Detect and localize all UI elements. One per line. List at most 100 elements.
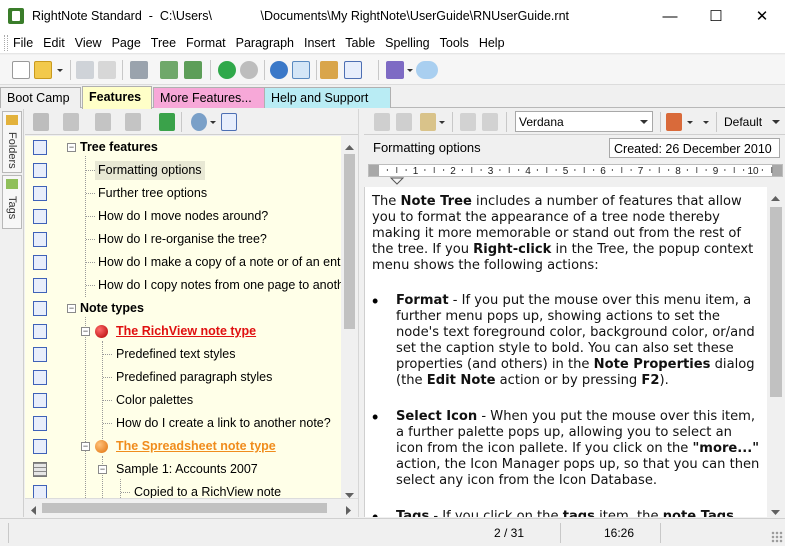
- tree-node[interactable]: Formatting options: [25, 159, 341, 182]
- editor-vertical-scrollbar[interactable]: [767, 187, 785, 517]
- menu-paragraph[interactable]: Paragraph: [231, 32, 299, 54]
- collapse-toggle[interactable]: −: [67, 143, 76, 152]
- menu-format[interactable]: Format: [181, 32, 231, 54]
- tree-node[interactable]: − Sample 1: Accounts 2007: [25, 458, 341, 481]
- font-name-select[interactable]: Verdana: [515, 111, 653, 132]
- close-button[interactable]: ✕: [739, 0, 785, 32]
- resize-grip-icon[interactable]: [771, 531, 783, 543]
- editor-scroll-thumb[interactable]: [770, 207, 782, 397]
- collapse-toggle[interactable]: −: [67, 304, 76, 313]
- maximize-button[interactable]: ☐: [693, 0, 739, 32]
- tree-scroll-thumb[interactable]: [344, 154, 355, 329]
- tree-node[interactable]: Color palettes: [25, 389, 341, 412]
- lock-icon[interactable]: [98, 61, 116, 79]
- cut-icon[interactable]: [374, 113, 390, 131]
- tab-tags[interactable]: Tags: [2, 175, 22, 229]
- forward-icon[interactable]: [240, 61, 258, 79]
- tree-vertical-scrollbar[interactable]: [341, 136, 358, 498]
- menu-tools[interactable]: Tools: [435, 32, 474, 54]
- collapse-toggle[interactable]: −: [81, 442, 90, 451]
- app-icon: [8, 8, 24, 24]
- menu-tree[interactable]: Tree: [146, 32, 181, 54]
- ruler[interactable]: 1 2 3 4 5 6 7 8 9 10: [364, 162, 785, 186]
- tree-node[interactable]: How do I make a copy of a note or of an …: [25, 251, 341, 274]
- scroll-up-icon[interactable]: [771, 191, 780, 205]
- add-node-icon[interactable]: [33, 113, 49, 131]
- note-editor[interactable]: The Note Tree includes a number of featu…: [364, 187, 767, 517]
- tree-node[interactable]: How do I move nodes around?: [25, 205, 341, 228]
- menu-edit[interactable]: Edit: [38, 32, 70, 54]
- style-dropdown-icon[interactable]: [686, 113, 694, 131]
- open-folder-icon[interactable]: [34, 61, 52, 79]
- status-separator: [8, 523, 9, 543]
- menu-view[interactable]: View: [70, 32, 107, 54]
- sort-node-icon[interactable]: [125, 113, 141, 131]
- menu-table[interactable]: Table: [340, 32, 380, 54]
- tree-node[interactable]: Predefined text styles: [25, 343, 341, 366]
- paste-dropdown-icon[interactable]: [438, 113, 446, 131]
- tree-node[interactable]: Further tree options: [25, 182, 341, 205]
- more-dropdown-icon[interactable]: [702, 113, 710, 131]
- cursor-time: 16:26: [604, 526, 635, 540]
- menu-help[interactable]: Help: [474, 32, 510, 54]
- minimize-button[interactable]: —: [647, 0, 693, 32]
- image-icon[interactable]: [320, 61, 338, 79]
- tab-features[interactable]: Features: [82, 86, 152, 109]
- find-icon[interactable]: [292, 61, 310, 79]
- ruler-label: 1: [413, 166, 419, 177]
- scroll-down-icon[interactable]: [771, 505, 780, 519]
- tree-node[interactable]: How do I create a link to another note?: [25, 412, 341, 435]
- collapse-toggle[interactable]: −: [81, 327, 90, 336]
- tab-folders[interactable]: Folders: [2, 111, 22, 173]
- tab-help-and-support[interactable]: Help and Support: [264, 87, 391, 108]
- window-icon[interactable]: [344, 61, 362, 79]
- scroll-left-icon[interactable]: [31, 504, 37, 518]
- note-title: Formatting options: [373, 140, 481, 155]
- tree-node[interactable]: − The Spreadsheet note type: [25, 435, 341, 458]
- tree-node[interactable]: Copied to a RichView note: [25, 481, 341, 498]
- copy-icon[interactable]: [396, 113, 412, 131]
- tree-node[interactable]: − Note types: [25, 297, 341, 320]
- collapse-toggle[interactable]: −: [98, 465, 107, 474]
- menu-file[interactable]: File: [8, 32, 38, 54]
- tree-node[interactable]: − The RichView note type: [25, 320, 341, 343]
- menu-insert[interactable]: Insert: [299, 32, 340, 54]
- note-icon: [33, 301, 47, 316]
- tree-node[interactable]: − Tree features: [25, 136, 341, 159]
- cloud-icon[interactable]: [416, 61, 438, 79]
- import-icon[interactable]: [160, 61, 178, 79]
- move-node-icon[interactable]: [95, 113, 111, 131]
- tree-node[interactable]: How do I re-organise the tree?: [25, 228, 341, 251]
- tree-node[interactable]: Predefined paragraph styles: [25, 366, 341, 389]
- scroll-right-icon[interactable]: [346, 504, 352, 518]
- tag-icon[interactable]: [386, 61, 404, 79]
- view-icon[interactable]: [221, 113, 237, 131]
- new-file-icon[interactable]: [12, 61, 30, 79]
- navigate-icon[interactable]: [191, 113, 207, 131]
- add-child-icon[interactable]: [63, 113, 79, 131]
- tree-node[interactable]: How do I copy notes from one page to ano…: [25, 274, 341, 297]
- navigate-dropdown-icon[interactable]: [209, 113, 217, 131]
- scroll-up-icon[interactable]: [345, 140, 354, 154]
- undo-icon[interactable]: [460, 113, 476, 131]
- redo-icon[interactable]: [482, 113, 498, 131]
- paragraph-style-select[interactable]: Default: [722, 113, 782, 131]
- save-icon[interactable]: [76, 61, 94, 79]
- menu-spelling[interactable]: Spelling: [380, 32, 434, 54]
- tab-more-features[interactable]: More Features...: [153, 87, 265, 108]
- style-icon[interactable]: [666, 113, 682, 131]
- tree-hscroll-thumb[interactable]: [42, 503, 327, 513]
- tab-boot-camp[interactable]: Boot Camp: [0, 87, 81, 108]
- search-icon[interactable]: [270, 61, 288, 79]
- export-icon[interactable]: [184, 61, 202, 79]
- open-dropdown-icon[interactable]: [56, 61, 64, 79]
- tag-dropdown-icon[interactable]: [406, 61, 414, 79]
- print-icon[interactable]: [130, 61, 148, 79]
- menu-page[interactable]: Page: [107, 32, 146, 54]
- filter-icon[interactable]: [159, 113, 175, 131]
- tree-horizontal-scrollbar[interactable]: [25, 498, 358, 517]
- back-icon[interactable]: [218, 61, 236, 79]
- menu-bar: File Edit View Page Tree Format Paragrap…: [0, 32, 785, 54]
- paste-icon[interactable]: [420, 113, 436, 131]
- tree-guide: [103, 377, 112, 378]
